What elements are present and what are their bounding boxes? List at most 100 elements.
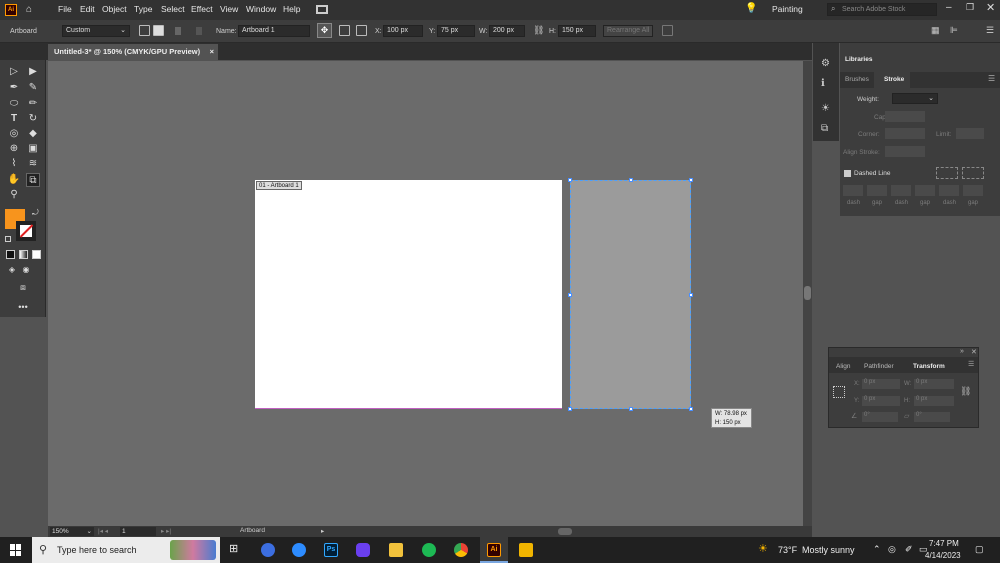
transform-y-field[interactable]: 0 px	[862, 396, 900, 406]
artboard-label[interactable]: 01 - Artboard 1	[256, 181, 302, 190]
libraries-tab[interactable]: Libraries	[845, 56, 872, 63]
transform-x-field[interactable]: 0 px	[862, 379, 900, 389]
link-icon[interactable]: ⛓	[533, 25, 544, 36]
stroke-tab[interactable]: Stroke	[874, 72, 910, 88]
arrange-icon[interactable]: ▦	[931, 25, 940, 36]
handle-middle-left[interactable]	[568, 293, 572, 297]
handle-bottom-right[interactable]	[689, 407, 693, 411]
properties-icon[interactable]: ⚙	[821, 58, 830, 69]
search-highlight-image[interactable]	[170, 540, 216, 560]
menu-view[interactable]: View	[220, 4, 238, 14]
collapse-icon[interactable]: »	[960, 348, 964, 355]
vertical-scrollbar[interactable]	[803, 61, 812, 526]
screen-mode-icon[interactable]: ⧈	[16, 280, 30, 294]
menu-object[interactable]: Object	[102, 4, 127, 14]
clock-time[interactable]: 7:47 PM	[929, 539, 959, 548]
task-view-icon[interactable]: ⊞	[229, 542, 238, 555]
delete-artboard-icon[interactable]	[196, 27, 202, 35]
menu-help[interactable]: Help	[283, 4, 300, 14]
restore-icon[interactable]: ❐	[966, 2, 974, 13]
menu-file[interactable]: File	[58, 4, 72, 14]
eraser-tool-icon[interactable]: ◆	[26, 127, 40, 141]
color-mode-icon[interactable]	[6, 250, 15, 259]
y-field[interactable]: 75 px	[437, 25, 475, 37]
artboard-being-drawn[interactable]	[570, 180, 691, 409]
dash-field-2[interactable]	[891, 185, 911, 196]
artboard[interactable]	[255, 180, 562, 409]
menu-window[interactable]: Window	[246, 4, 276, 14]
menu-edit[interactable]: Edit	[80, 4, 95, 14]
tray-app-icon[interactable]: ◎	[888, 544, 896, 555]
rotate-tool-icon[interactable]: ↻	[26, 112, 40, 126]
pen-tool-icon[interactable]: ✒	[7, 81, 21, 95]
show-hidden-icons-icon[interactable]: ⌃	[873, 544, 881, 555]
gap-field-3[interactable]	[963, 185, 983, 196]
weather-temp[interactable]: 73°F	[778, 545, 797, 555]
handle-top-right[interactable]	[689, 178, 693, 182]
draw-behind-icon[interactable]: ◉	[19, 263, 33, 277]
panel-close-icon[interactable]: ✕	[971, 348, 977, 356]
curvature-tool-icon[interactable]: ✎	[26, 81, 40, 95]
workspace-switcher[interactable]: Painting	[772, 4, 803, 14]
corner-buttons[interactable]	[885, 128, 925, 139]
pathfinder-tab[interactable]: Pathfinder	[864, 363, 894, 370]
w-field[interactable]: 200 px	[489, 25, 525, 37]
photoshop-icon[interactable]: Ps	[324, 543, 338, 557]
transform-h-field[interactable]: 0 px	[914, 396, 954, 406]
brushes-tab[interactable]: Brushes	[845, 76, 869, 83]
info-icon[interactable]: ℹ	[821, 78, 825, 89]
more-options-icon[interactable]	[662, 25, 673, 36]
lightbulb-icon[interactable]: 💡	[745, 3, 757, 14]
limit-field[interactable]	[956, 128, 984, 139]
gap-field-1[interactable]	[867, 185, 887, 196]
notifications-icon[interactable]: ▢	[975, 544, 984, 555]
hand-tool-icon[interactable]: ✋	[7, 173, 21, 187]
rotate-angle-field[interactable]: 0°	[862, 412, 898, 422]
panel-menu-icon[interactable]: ☰	[988, 74, 995, 83]
vertical-scroll-thumb[interactable]	[804, 286, 811, 300]
spotify-icon[interactable]	[422, 543, 436, 557]
shear-field[interactable]: 0°	[914, 412, 950, 422]
close-icon[interactable]: ✕	[986, 1, 995, 14]
handle-top-left[interactable]	[568, 178, 572, 182]
draw-mode-icon[interactable]: ◈	[5, 263, 19, 277]
reference-point-icon[interactable]	[356, 25, 367, 36]
cap-buttons[interactable]	[885, 111, 925, 122]
preserve-dash-icon[interactable]	[936, 167, 958, 179]
artboard-tool-icon[interactable]: ⧉	[26, 173, 40, 187]
gradient-tool-icon[interactable]: ▣	[26, 142, 40, 156]
selection-tool-icon[interactable]: ▷	[7, 65, 21, 79]
type-tool-icon[interactable]: T	[7, 112, 21, 126]
first-artboard-icon[interactable]: |◂ ◂	[98, 527, 108, 535]
x-field[interactable]: 100 px	[383, 25, 423, 37]
transform-tab[interactable]: Transform	[913, 363, 945, 370]
dash-field-1[interactable]	[843, 185, 863, 196]
rearrange-all-button[interactable]: Rearrange All	[603, 25, 653, 37]
transform-w-field[interactable]: 0 px	[914, 379, 954, 389]
weight-field[interactable]: ⌄	[892, 93, 938, 104]
default-colors-icon[interactable]	[5, 236, 11, 242]
horizontal-scroll-thumb[interactable]	[558, 528, 572, 535]
home-icon[interactable]: ⌂	[26, 4, 32, 15]
premiere-rush-icon[interactable]	[356, 543, 370, 557]
more-tools-icon[interactable]: •••	[16, 300, 30, 314]
portrait-icon[interactable]	[139, 25, 150, 36]
next-artboard-icon[interactable]: ▸ ▸|	[161, 527, 171, 535]
move-with-artboard-icon[interactable]: ✥	[317, 23, 332, 38]
align-dash-icon[interactable]	[962, 167, 984, 179]
dash-field-3[interactable]	[939, 185, 959, 196]
new-artboard-icon[interactable]	[175, 27, 181, 35]
artboard-preset-select[interactable]: Custom ⌄	[62, 25, 130, 37]
dash-fields[interactable]	[840, 185, 1000, 197]
status-menu-icon[interactable]: ▸	[321, 527, 324, 535]
constrain-proportions-icon[interactable]: ⛓	[960, 386, 971, 397]
zoom-app-icon[interactable]	[292, 543, 306, 557]
plex-icon[interactable]	[519, 543, 533, 557]
zoom-select[interactable]: 150% ⌄	[50, 527, 94, 536]
artboard-number-select[interactable]: 1	[120, 527, 156, 536]
menu-effect[interactable]: Effect	[191, 4, 213, 14]
artboards-panel-icon[interactable]: ⧉	[821, 123, 828, 134]
close-tab-icon[interactable]: ×	[210, 44, 214, 60]
handle-bottom-middle[interactable]	[629, 407, 633, 411]
blend-tool-icon[interactable]: ≋	[26, 157, 40, 171]
